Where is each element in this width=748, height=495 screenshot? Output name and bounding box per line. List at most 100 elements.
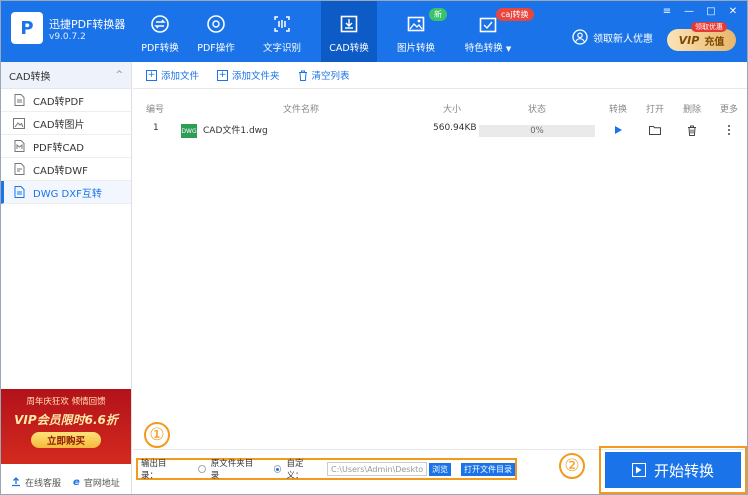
row-index: 1 (153, 123, 159, 133)
file-pdf-icon (13, 94, 25, 106)
nav-pdf-ops[interactable]: PDF操作 (189, 1, 243, 62)
col-index: 编号 (146, 105, 165, 115)
row-progress-bar: 0% (479, 125, 595, 137)
vip-suffix: 充值 (704, 36, 725, 48)
add-folder-label: 添加文件夹 (232, 71, 280, 82)
clear-list-label: 清空列表 (311, 71, 350, 82)
sidebar-item-cad-to-dwf[interactable]: CAD转DWF (1, 158, 131, 181)
radio-original-folder[interactable]: 原文件夹目录 (197, 457, 260, 481)
caj-badge: caj转换 (496, 8, 534, 21)
col-size: 大小 (443, 105, 462, 115)
menu-icon[interactable]: ≡ (661, 5, 673, 17)
login-promo-link[interactable]: 领取新人优惠 (572, 29, 653, 45)
sidebar-item-pdf-to-cad[interactable]: PDF转CAD (1, 135, 131, 158)
option-custom-label: 自定义： (286, 459, 304, 481)
row-filename: CAD文件1.dwg (203, 126, 268, 136)
vip-recharge-button[interactable]: VIP 充值 (667, 29, 736, 51)
radio-off-icon (197, 465, 206, 473)
sidebar-item-label: CAD转DWF (33, 165, 88, 177)
nav-label: 图片转换 (396, 43, 435, 54)
sidebar-footer: 在线客服 e 官网地址 (1, 470, 131, 494)
nav-ocr[interactable]: 文字识别 (253, 1, 311, 62)
top-header: P 迅捷PDF转换器 v9.0.7.2 PDF转换 PDF操作 文字识别 CAD… (1, 1, 747, 62)
online-service-link[interactable]: 在线客服 (11, 476, 61, 489)
more-vertical-icon (728, 125, 730, 135)
file-cad-icon (13, 140, 25, 152)
add-file-label: 添加文件 (161, 71, 200, 82)
file-toolbar: + 添加文件 + 添加文件夹 清空列表 (133, 62, 747, 89)
delete-row-button[interactable] (685, 123, 699, 137)
add-file-icon: + (146, 69, 157, 81)
website-link[interactable]: e 官网地址 (73, 476, 120, 489)
upload-icon (11, 477, 21, 487)
add-folder-button[interactable]: + 添加文件夹 (217, 68, 280, 82)
window-controls: ≡ — □ ✕ (661, 5, 739, 17)
file-image-icon (13, 117, 25, 129)
open-folder-button[interactable] (648, 123, 662, 137)
maximize-icon[interactable]: □ (705, 5, 717, 17)
step-1-marker: ① (144, 422, 170, 448)
more-options-button[interactable] (722, 123, 736, 137)
vip-tag: 领取优惠 (691, 22, 727, 32)
file-dwg-icon (13, 186, 25, 198)
table-header: 编号 文件名称 大小 状态 转换 打开 删除 更多 (133, 100, 747, 116)
ocr-icon (271, 13, 293, 35)
file-dwf-icon (13, 163, 25, 175)
start-convert-button[interactable]: 开始转换 (605, 452, 741, 488)
col-delete: 删除 (683, 105, 702, 115)
col-status: 状态 (528, 105, 547, 115)
output-directory-panel: 输出目录： 原文件夹目录 自定义： 浏览 打开文件目录 (136, 457, 517, 481)
col-convert: 转换 (609, 105, 628, 115)
sidebar-item-label: DWG DXF互转 (33, 188, 102, 200)
ie-icon: e (73, 476, 80, 488)
image-convert-icon (405, 13, 427, 35)
nav-label: PDF操作 (197, 43, 235, 54)
online-service-label: 在线客服 (25, 478, 62, 489)
output-path-input[interactable] (327, 462, 427, 476)
radio-on-icon (273, 465, 282, 473)
app-logo: P (11, 12, 43, 44)
app-name: 迅捷PDF转换器 (49, 18, 126, 31)
app-window: P 迅捷PDF转换器 v9.0.7.2 PDF转换 PDF操作 文字识别 CAD… (0, 0, 748, 495)
trash-icon (688, 125, 696, 136)
output-label: 输出目录： (141, 459, 167, 481)
dwg-file-icon: DWG (181, 124, 197, 138)
browse-button[interactable]: 浏览 (429, 462, 451, 476)
nav-pdf-convert[interactable]: PDF转换 (133, 1, 187, 62)
nav-label: 文字识别 (262, 43, 301, 54)
sidebar: CAD转换 ^ CAD转PDF CAD转图片 PDF转CAD CAD转DWF D… (1, 62, 132, 494)
promo-buy-button[interactable]: 立即购买 (31, 432, 101, 448)
add-folder-icon: + (217, 69, 229, 81)
sidebar-item-label: PDF转CAD (33, 142, 85, 154)
trash-icon (298, 70, 308, 81)
sidebar-item-cad-to-pdf[interactable]: CAD转PDF (1, 89, 131, 112)
minimize-icon[interactable]: — (683, 5, 695, 17)
vip-label: VIP (678, 33, 700, 47)
cad-convert-icon (338, 13, 360, 35)
sidebar-header[interactable]: CAD转换 ^ (1, 62, 131, 89)
folder-icon (649, 126, 661, 135)
col-filename: 文件名称 (283, 105, 320, 115)
open-directory-button[interactable]: 打开文件目录 (461, 462, 515, 476)
start-convert-highlight: 开始转换 (599, 446, 747, 494)
sidebar-item-dwg-dxf[interactable]: DWG DXF互转 (1, 181, 131, 204)
sidebar-item-cad-to-image[interactable]: CAD转图片 (1, 112, 131, 135)
nav-label: PDF转换 (141, 43, 179, 54)
col-open: 打开 (646, 105, 665, 115)
pdf-ops-icon (205, 13, 227, 35)
login-label: 领取新人优惠 (593, 33, 653, 45)
website-label: 官网地址 (83, 478, 120, 489)
clear-list-button[interactable]: 清空列表 (298, 68, 350, 82)
radio-custom-folder[interactable]: 自定义： (273, 457, 319, 481)
table-row[interactable]: 1 DWG CAD文件1.dwg 560.94KB 0% (133, 121, 747, 143)
promo-banner[interactable]: 周年庆狂欢 倾情回馈 VIP会员限时6.6折 立即购买 (1, 389, 131, 464)
play-icon (631, 463, 646, 477)
add-file-button[interactable]: + 添加文件 (146, 68, 199, 82)
play-icon (615, 126, 622, 134)
nav-cad-convert[interactable]: CAD转换 (321, 1, 377, 62)
logo-glyph: P (20, 17, 34, 39)
collapse-icon[interactable]: ^ (115, 70, 123, 80)
convert-play-button[interactable] (611, 123, 625, 137)
user-icon (572, 29, 588, 45)
close-icon[interactable]: ✕ (727, 5, 739, 17)
